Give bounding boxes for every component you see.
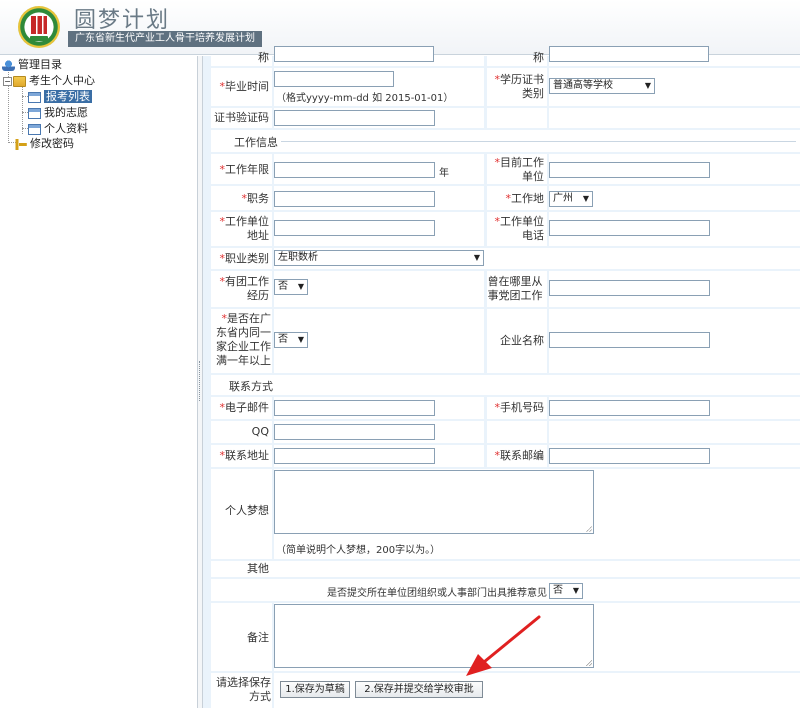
other-label: 其他 [247,562,269,575]
dream-label: 个人梦想 [225,504,269,517]
page-icon [28,107,41,119]
top-right-label: 称 [533,51,544,64]
dropdown-arrow-icon: ▼ [572,586,579,595]
top-right-input[interactable] [549,46,709,62]
profile-form: 称 称 *毕业时间 （格式yyyy-mm-dd 如 2015-01-01） *学… [203,46,800,708]
position-label: *职务 [241,192,270,205]
sidebar-item-label: 我的志愿 [44,106,88,119]
sidebar-item-label: 修改密码 [30,137,74,150]
company-name-input[interactable] [549,332,710,348]
unit-address-input[interactable] [274,220,435,236]
section-work-title: 工作信息 [234,136,278,149]
position-input[interactable] [274,191,435,207]
address-input[interactable] [274,448,435,464]
graduation-time-label: *毕业时间 [219,80,270,93]
dropdown-arrow-icon: ▼ [297,335,304,344]
unit-address-label: *工作单位地址 [219,215,270,242]
youth-experience-select[interactable]: 否 ▼ [274,279,308,295]
unit-phone-label: *工作单位电话 [494,215,545,242]
current-unit-input[interactable] [549,162,710,178]
cert-number-input[interactable] [274,110,435,126]
app-subtitle: 广东省新生代产业工人骨干培养发展计划 [68,31,262,47]
job-category-select[interactable]: 左职数析 ▼ [274,250,484,266]
save-draft-button[interactable]: 1.保存为草稿 [280,681,350,698]
sidebar-item-change-password[interactable]: 修改密码 [14,136,74,151]
current-unit-label: *目前工作单位 [494,156,545,183]
tree-group-student[interactable]: − 考生个人中心 [3,73,95,88]
logo [18,6,60,48]
job-category-label: *职业类别 [219,252,270,265]
resize-grip-icon[interactable] [586,660,592,666]
top-left-label: 称 [258,51,269,64]
address-label: *联系地址 [219,449,270,462]
email-input[interactable] [274,400,435,416]
splitter-grip-icon[interactable] [199,361,201,401]
dropdown-arrow-icon: ▼ [297,282,304,291]
tree-group-label: 考生个人中心 [29,74,95,87]
mobile-input[interactable] [549,400,710,416]
key-icon [14,138,27,150]
tree-root-label: 管理目录 [18,58,62,71]
qq-input[interactable] [274,424,435,440]
sidebar-item-apply-list[interactable]: 报考列表 [28,89,92,104]
sidebar-tree: 管理目录 − 考生个人中心 报考列表 我的志愿 个人资料 修改密码 [0,56,197,708]
directory-icon [2,59,15,71]
degree-type-select[interactable]: 普通高等学校 ▼ [549,78,655,94]
save-method-label: 请选择保存方式 [216,676,271,703]
page-icon [28,91,41,103]
degree-type-label: *学历证书类别 [494,73,545,100]
page-icon [28,123,41,135]
sidebar-item-profile[interactable]: 个人资料 [28,121,88,136]
youth-experience-label: *有团工作经历 [219,275,270,302]
company-name-label: 企业名称 [500,334,544,347]
work-place-label: *工作地 [505,192,545,205]
sidebar-item-label: 报考列表 [44,90,92,103]
save-and-submit-button[interactable]: 2.保存并提交给学校审批 [355,681,483,698]
postcode-label: *联系邮编 [494,449,545,462]
postcode-input[interactable] [549,448,710,464]
remarks-textarea[interactable] [274,604,594,668]
dropdown-arrow-icon: ▼ [644,81,651,90]
sidebar-item-label: 个人资料 [44,122,88,135]
tree-root[interactable]: 管理目录 [2,57,62,72]
gd-one-year-label: *是否在广东省内同一家企业工作满一年以上 [216,312,271,367]
sidebar-item-my-wish[interactable]: 我的志愿 [28,105,88,120]
resize-grip-icon[interactable] [586,526,592,532]
youth-work-org-label: 曾在哪里从事党团工作 [487,275,543,302]
dropdown-arrow-icon: ▼ [582,194,589,203]
dream-textarea[interactable] [274,470,594,534]
mobile-label: *手机号码 [494,401,545,414]
graduation-time-hint: （格式yyyy-mm-dd 如 2015-01-01） [276,93,454,104]
email-label: *电子邮件 [219,401,270,414]
remarks-label: 备注 [247,631,269,644]
dropdown-arrow-icon: ▼ [473,253,480,262]
youth-work-org-input[interactable] [549,280,710,296]
app-title: 圆梦计划 [74,8,171,33]
submit-org-question-select[interactable]: 否 ▼ [549,583,583,599]
cert-number-label: 证书验证码 [214,111,269,124]
gd-one-year-select[interactable]: 否 ▼ [274,332,308,348]
unit-phone-input[interactable] [549,220,710,236]
folder-icon [13,75,26,87]
section-contact-title: 联系方式 [229,380,273,393]
graduation-time-input[interactable] [274,71,394,87]
work-place-select[interactable]: 广州 ▼ [549,191,593,207]
submit-org-question-label: 是否提交所在单位团组织或人事部门出具推荐意见 [327,588,547,599]
top-left-input[interactable] [274,46,434,62]
qq-label: QQ [251,425,269,438]
work-years-label: *工作年限 [219,163,270,176]
collapse-icon[interactable]: − [3,76,12,86]
work-years-input[interactable] [274,162,435,178]
dream-hint: （简单说明个人梦想，200字以为。） [276,545,441,556]
work-years-unit: 年 [439,168,449,179]
